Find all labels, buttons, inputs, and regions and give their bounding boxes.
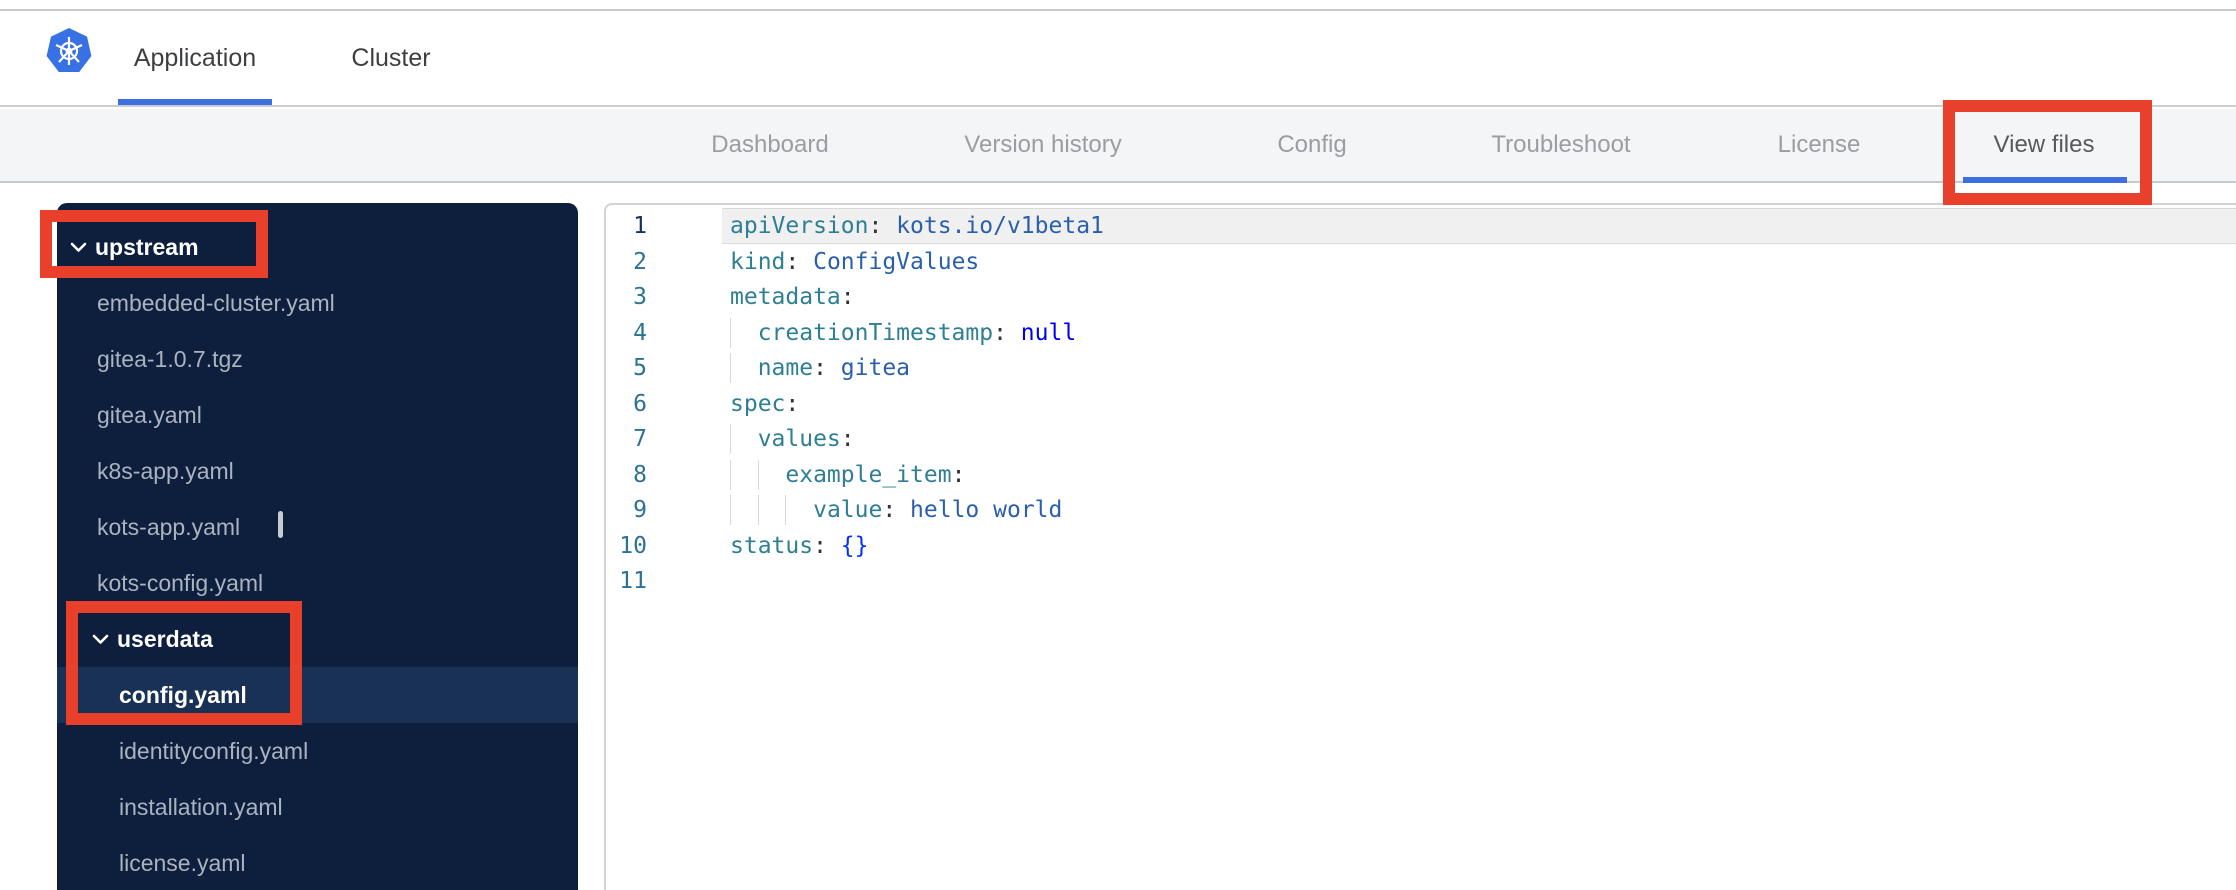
line-number-9[interactable]: 9 xyxy=(606,492,647,528)
top-bar: Application Cluster Management xyxy=(0,11,2236,166)
code-token: : xyxy=(785,248,814,275)
yaml-file-viewer[interactable]: 1 apiVersion: kots.io/v1beta1 2 kind: Confi… xyxy=(604,203,2236,890)
indent-guide xyxy=(757,459,759,490)
code-token: example_item xyxy=(785,461,952,488)
indent-guide xyxy=(730,353,731,383)
code-token: : xyxy=(882,497,911,523)
line-number-10[interactable]: 10 xyxy=(606,528,647,564)
code-token: {} xyxy=(840,532,869,559)
line-number-2[interactable]: 2 xyxy=(606,244,647,280)
tree-item-label: gitea.yaml xyxy=(97,401,202,428)
code-token: creationTimestamp xyxy=(757,319,994,346)
tree-item-label: installation.yaml xyxy=(119,793,283,820)
code-line-8[interactable]: example_item: xyxy=(730,457,965,493)
code-line-9[interactable]: value: hello world xyxy=(730,492,1062,528)
line-number-11[interactable]: 11 xyxy=(606,563,647,599)
tree-file-installation-yaml[interactable]: installation.yaml xyxy=(57,779,578,835)
chevron-down-icon xyxy=(92,634,109,644)
indent-guide xyxy=(730,459,731,490)
code-token: : xyxy=(785,390,800,417)
code-token: metadata xyxy=(730,284,841,310)
tab-view-files[interactable]: View files xyxy=(1994,109,2095,181)
indent-guide xyxy=(730,495,731,525)
kots-admin-console: Application Cluster Management Dashboard… xyxy=(0,0,2236,890)
code-token: : xyxy=(840,426,855,452)
tree-item-label: kots-app.yaml xyxy=(97,513,241,540)
code-token: hello world xyxy=(910,497,1063,523)
code-token: values xyxy=(757,426,841,452)
tree-file-config-yaml[interactable]: config.yaml xyxy=(57,667,578,723)
code-line-7[interactable]: values: xyxy=(730,421,855,457)
line-number-7[interactable]: 7 xyxy=(606,421,647,457)
code-token: ConfigValues xyxy=(813,248,980,275)
app-nav-bar: Dashboard Version history Config Trouble… xyxy=(0,109,2236,183)
line-number-5[interactable]: 5 xyxy=(606,350,647,386)
tree-item-label: gitea-1.0.7.tgz xyxy=(97,345,243,372)
code-token: kind xyxy=(730,248,786,275)
tree-item-label: config.yaml xyxy=(119,681,247,708)
code-token: null xyxy=(1020,319,1077,346)
code-token: status xyxy=(730,532,814,559)
indent-guide xyxy=(785,495,787,525)
tree-file-license-yaml[interactable]: license.yaml xyxy=(57,835,578,890)
tree-file-kots-config-yaml[interactable]: kots-config.yaml xyxy=(57,555,578,611)
tree-item-label: kots-config.yaml xyxy=(97,569,264,596)
tab-troubleshoot[interactable]: Troubleshoot xyxy=(1491,109,1630,181)
tree-folder-upstream[interactable]: upstream xyxy=(57,219,578,275)
code-token: gitea xyxy=(840,355,911,381)
code-line-10[interactable]: status: {} xyxy=(730,528,869,564)
line-number-6[interactable]: 6 xyxy=(606,386,647,422)
indent-guide xyxy=(757,495,759,525)
code-token: : xyxy=(840,284,855,310)
line-number-3[interactable]: 3 xyxy=(606,279,647,315)
code-line-3[interactable]: metadata: xyxy=(730,279,855,315)
tab-dashboard[interactable]: Dashboard xyxy=(711,109,828,181)
view-files-active-underline xyxy=(1963,177,2127,183)
kubernetes-logo-icon[interactable] xyxy=(46,27,92,77)
code-line-4[interactable]: creationTimestamp: null xyxy=(730,315,1076,351)
code-token: : xyxy=(993,319,1021,346)
tree-item-label: userdata xyxy=(117,625,213,652)
file-tree-sidebar: upstream embedded-cluster.yaml gitea-1.0.7… xyxy=(57,203,578,890)
tree-file-gitea-yaml[interactable]: gitea.yaml xyxy=(57,387,578,443)
tree-item-label: identityconfig.yaml xyxy=(119,737,309,764)
code-token: value xyxy=(813,497,883,523)
code-line-2[interactable]: kind: ConfigValues xyxy=(730,244,979,280)
code-token: : xyxy=(951,461,966,488)
tree-file-embedded-cluster-yaml[interactable]: embedded-cluster.yaml xyxy=(57,275,578,331)
tree-file-gitea-1-0-7-tgz[interactable]: gitea-1.0.7.tgz xyxy=(57,331,578,387)
tree-file-kots-app-yaml[interactable]: kots-app.yaml xyxy=(57,499,578,555)
code-token: spec xyxy=(730,390,786,417)
chevron-down-icon xyxy=(70,242,87,252)
code-token: : xyxy=(813,532,841,559)
line-number-8[interactable]: 8 xyxy=(606,457,647,493)
tab-license[interactable]: License xyxy=(1778,109,1861,181)
tab-cluster-management[interactable]: Cluster Management xyxy=(276,11,506,166)
application-active-underline xyxy=(118,99,272,105)
code-token: : xyxy=(813,355,841,381)
indent-guide xyxy=(730,424,731,454)
tree-file-k8s-app-yaml[interactable]: k8s-app.yaml xyxy=(57,443,578,499)
code-line-5[interactable]: name: gitea xyxy=(730,350,910,386)
tree-item-label: k8s-app.yaml xyxy=(97,457,234,484)
code-token: name xyxy=(757,355,814,381)
code-line-6[interactable]: spec: xyxy=(730,386,799,422)
line-number-4[interactable]: 4 xyxy=(606,315,647,351)
tree-item-label: upstream xyxy=(95,233,199,260)
tree-item-label: license.yaml xyxy=(119,849,246,876)
tab-config[interactable]: Config xyxy=(1277,109,1346,181)
indent-guide xyxy=(730,317,731,348)
tree-folder-userdata[interactable]: userdata xyxy=(57,611,578,667)
tab-application[interactable]: Application xyxy=(118,11,272,105)
code-token: apiVersion xyxy=(730,213,869,239)
tab-version-history[interactable]: Version history xyxy=(964,109,1121,181)
code-line-1[interactable]: apiVersion: kots.io/v1beta1 xyxy=(730,208,1104,244)
tree-item-label: embedded-cluster.yaml xyxy=(97,289,335,316)
code-token: : xyxy=(868,213,897,239)
code-token: kots.io/v1beta1 xyxy=(896,213,1104,239)
line-number-1[interactable]: 1 xyxy=(606,208,647,244)
tree-file-identityconfig-yaml[interactable]: identityconfig.yaml xyxy=(57,723,578,779)
